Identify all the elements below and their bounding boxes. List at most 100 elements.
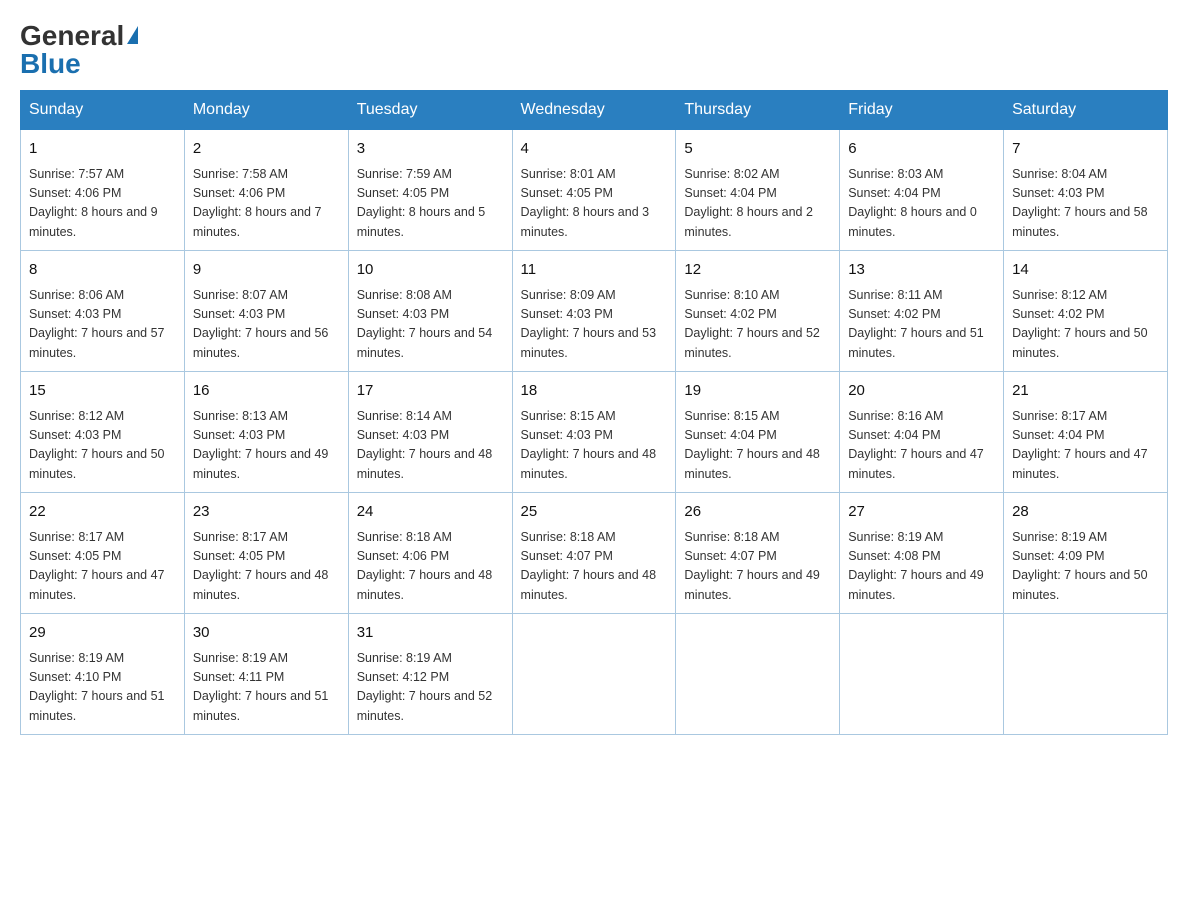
calendar-cell: 1 Sunrise: 7:57 AMSunset: 4:06 PMDaylight… — [21, 130, 185, 251]
calendar-cell: 31 Sunrise: 8:19 AMSunset: 4:12 PMDayligh… — [348, 614, 512, 735]
day-number: 1 — [29, 138, 176, 161]
calendar-header-row: SundayMondayTuesdayWednesdayThursdayFrid… — [21, 91, 1168, 130]
calendar-cell: 11 Sunrise: 8:09 AMSunset: 4:03 PMDayligh… — [512, 251, 676, 372]
day-info: Sunrise: 8:11 AMSunset: 4:02 PMDaylight:… — [848, 286, 995, 364]
day-info: Sunrise: 8:18 AMSunset: 4:07 PMDaylight:… — [521, 528, 668, 606]
day-info: Sunrise: 8:16 AMSunset: 4:04 PMDaylight:… — [848, 407, 995, 485]
calendar-cell: 13 Sunrise: 8:11 AMSunset: 4:02 PMDayligh… — [840, 251, 1004, 372]
day-number: 3 — [357, 138, 504, 161]
day-number: 15 — [29, 380, 176, 403]
calendar-cell: 20 Sunrise: 8:16 AMSunset: 4:04 PMDayligh… — [840, 372, 1004, 493]
calendar-week-5: 29 Sunrise: 8:19 AMSunset: 4:10 PMDayligh… — [21, 614, 1168, 735]
day-number: 21 — [1012, 380, 1159, 403]
calendar-cell: 7 Sunrise: 8:04 AMSunset: 4:03 PMDaylight… — [1004, 130, 1168, 251]
day-info: Sunrise: 8:08 AMSunset: 4:03 PMDaylight:… — [357, 286, 504, 364]
day-info: Sunrise: 8:19 AMSunset: 4:10 PMDaylight:… — [29, 649, 176, 727]
day-number: 23 — [193, 501, 340, 524]
day-number: 17 — [357, 380, 504, 403]
calendar-cell: 15 Sunrise: 8:12 AMSunset: 4:03 PMDayligh… — [21, 372, 185, 493]
column-header-tuesday: Tuesday — [348, 91, 512, 130]
day-info: Sunrise: 7:58 AMSunset: 4:06 PMDaylight:… — [193, 165, 340, 243]
day-number: 27 — [848, 501, 995, 524]
calendar-cell: 26 Sunrise: 8:18 AMSunset: 4:07 PMDayligh… — [676, 493, 840, 614]
calendar-week-1: 1 Sunrise: 7:57 AMSunset: 4:06 PMDaylight… — [21, 130, 1168, 251]
day-info: Sunrise: 8:12 AMSunset: 4:03 PMDaylight:… — [29, 407, 176, 485]
calendar-cell: 24Sunrise: 8:18 AMSunset: 4:06 PMDayligh… — [348, 493, 512, 614]
column-header-wednesday: Wednesday — [512, 91, 676, 130]
calendar-cell: 17 Sunrise: 8:14 AMSunset: 4:03 PMDayligh… — [348, 372, 512, 493]
calendar-cell: 23 Sunrise: 8:17 AMSunset: 4:05 PMDayligh… — [184, 493, 348, 614]
day-number: 11 — [521, 259, 668, 282]
column-header-saturday: Saturday — [1004, 91, 1168, 130]
day-info: Sunrise: 7:59 AMSunset: 4:05 PMDaylight:… — [357, 165, 504, 243]
day-number: 7 — [1012, 138, 1159, 161]
calendar-cell: 6Sunrise: 8:03 AMSunset: 4:04 PMDaylight… — [840, 130, 1004, 251]
day-info: Sunrise: 8:15 AMSunset: 4:04 PMDaylight:… — [684, 407, 831, 485]
calendar-cell: 29 Sunrise: 8:19 AMSunset: 4:10 PMDayligh… — [21, 614, 185, 735]
calendar-cell: 12Sunrise: 8:10 AMSunset: 4:02 PMDayligh… — [676, 251, 840, 372]
calendar-cell — [512, 614, 676, 735]
day-info: Sunrise: 8:09 AMSunset: 4:03 PMDaylight:… — [521, 286, 668, 364]
calendar-cell: 2 Sunrise: 7:58 AMSunset: 4:06 PMDaylight… — [184, 130, 348, 251]
calendar-cell: 16 Sunrise: 8:13 AMSunset: 4:03 PMDayligh… — [184, 372, 348, 493]
column-header-friday: Friday — [840, 91, 1004, 130]
calendar-cell: 25 Sunrise: 8:18 AMSunset: 4:07 PMDayligh… — [512, 493, 676, 614]
day-info: Sunrise: 8:19 AMSunset: 4:09 PMDaylight:… — [1012, 528, 1159, 606]
day-info: Sunrise: 8:13 AMSunset: 4:03 PMDaylight:… — [193, 407, 340, 485]
day-info: Sunrise: 8:02 AMSunset: 4:04 PMDaylight:… — [684, 165, 831, 243]
day-info: Sunrise: 8:17 AMSunset: 4:05 PMDaylight:… — [193, 528, 340, 606]
day-number: 28 — [1012, 501, 1159, 524]
day-number: 12 — [684, 259, 831, 282]
day-number: 31 — [357, 622, 504, 645]
day-number: 19 — [684, 380, 831, 403]
calendar-cell — [676, 614, 840, 735]
page-header: General Blue — [20, 20, 1168, 80]
calendar-cell: 10 Sunrise: 8:08 AMSunset: 4:03 PMDayligh… — [348, 251, 512, 372]
day-number: 13 — [848, 259, 995, 282]
day-number: 26 — [684, 501, 831, 524]
column-header-thursday: Thursday — [676, 91, 840, 130]
calendar-cell: 30Sunrise: 8:19 AMSunset: 4:11 PMDayligh… — [184, 614, 348, 735]
day-number: 25 — [521, 501, 668, 524]
day-info: Sunrise: 8:15 AMSunset: 4:03 PMDaylight:… — [521, 407, 668, 485]
day-info: Sunrise: 8:04 AMSunset: 4:03 PMDaylight:… — [1012, 165, 1159, 243]
calendar-week-2: 8 Sunrise: 8:06 AMSunset: 4:03 PMDaylight… — [21, 251, 1168, 372]
calendar-cell: 19 Sunrise: 8:15 AMSunset: 4:04 PMDayligh… — [676, 372, 840, 493]
day-info: Sunrise: 8:06 AMSunset: 4:03 PMDaylight:… — [29, 286, 176, 364]
calendar-cell: 27Sunrise: 8:19 AMSunset: 4:08 PMDayligh… — [840, 493, 1004, 614]
calendar-cell: 18 Sunrise: 8:15 AMSunset: 4:03 PMDayligh… — [512, 372, 676, 493]
day-number: 22 — [29, 501, 176, 524]
day-info: Sunrise: 8:17 AMSunset: 4:05 PMDaylight:… — [29, 528, 176, 606]
day-number: 9 — [193, 259, 340, 282]
calendar-table: SundayMondayTuesdayWednesdayThursdayFrid… — [20, 90, 1168, 735]
day-number: 5 — [684, 138, 831, 161]
calendar-cell — [840, 614, 1004, 735]
day-info: Sunrise: 8:19 AMSunset: 4:11 PMDaylight:… — [193, 649, 340, 727]
day-number: 24 — [357, 501, 504, 524]
day-number: 2 — [193, 138, 340, 161]
column-header-sunday: Sunday — [21, 91, 185, 130]
calendar-cell: 9Sunrise: 8:07 AMSunset: 4:03 PMDaylight… — [184, 251, 348, 372]
day-number: 20 — [848, 380, 995, 403]
calendar-cell: 14Sunrise: 8:12 AMSunset: 4:02 PMDayligh… — [1004, 251, 1168, 372]
calendar-cell — [1004, 614, 1168, 735]
day-info: Sunrise: 7:57 AMSunset: 4:06 PMDaylight:… — [29, 165, 176, 243]
day-info: Sunrise: 8:19 AMSunset: 4:12 PMDaylight:… — [357, 649, 504, 727]
day-number: 8 — [29, 259, 176, 282]
day-info: Sunrise: 8:14 AMSunset: 4:03 PMDaylight:… — [357, 407, 504, 485]
day-info: Sunrise: 8:03 AMSunset: 4:04 PMDaylight:… — [848, 165, 995, 243]
day-number: 18 — [521, 380, 668, 403]
calendar-cell: 3 Sunrise: 7:59 AMSunset: 4:05 PMDaylight… — [348, 130, 512, 251]
day-number: 4 — [521, 138, 668, 161]
day-number: 29 — [29, 622, 176, 645]
calendar-cell: 22 Sunrise: 8:17 AMSunset: 4:05 PMDayligh… — [21, 493, 185, 614]
day-number: 10 — [357, 259, 504, 282]
day-number: 14 — [1012, 259, 1159, 282]
day-info: Sunrise: 8:18 AMSunset: 4:07 PMDaylight:… — [684, 528, 831, 606]
logo-blue-text: Blue — [20, 48, 81, 80]
calendar-cell: 5 Sunrise: 8:02 AMSunset: 4:04 PMDaylight… — [676, 130, 840, 251]
day-number: 16 — [193, 380, 340, 403]
calendar-cell: 8 Sunrise: 8:06 AMSunset: 4:03 PMDaylight… — [21, 251, 185, 372]
calendar-week-3: 15 Sunrise: 8:12 AMSunset: 4:03 PMDayligh… — [21, 372, 1168, 493]
column-header-monday: Monday — [184, 91, 348, 130]
